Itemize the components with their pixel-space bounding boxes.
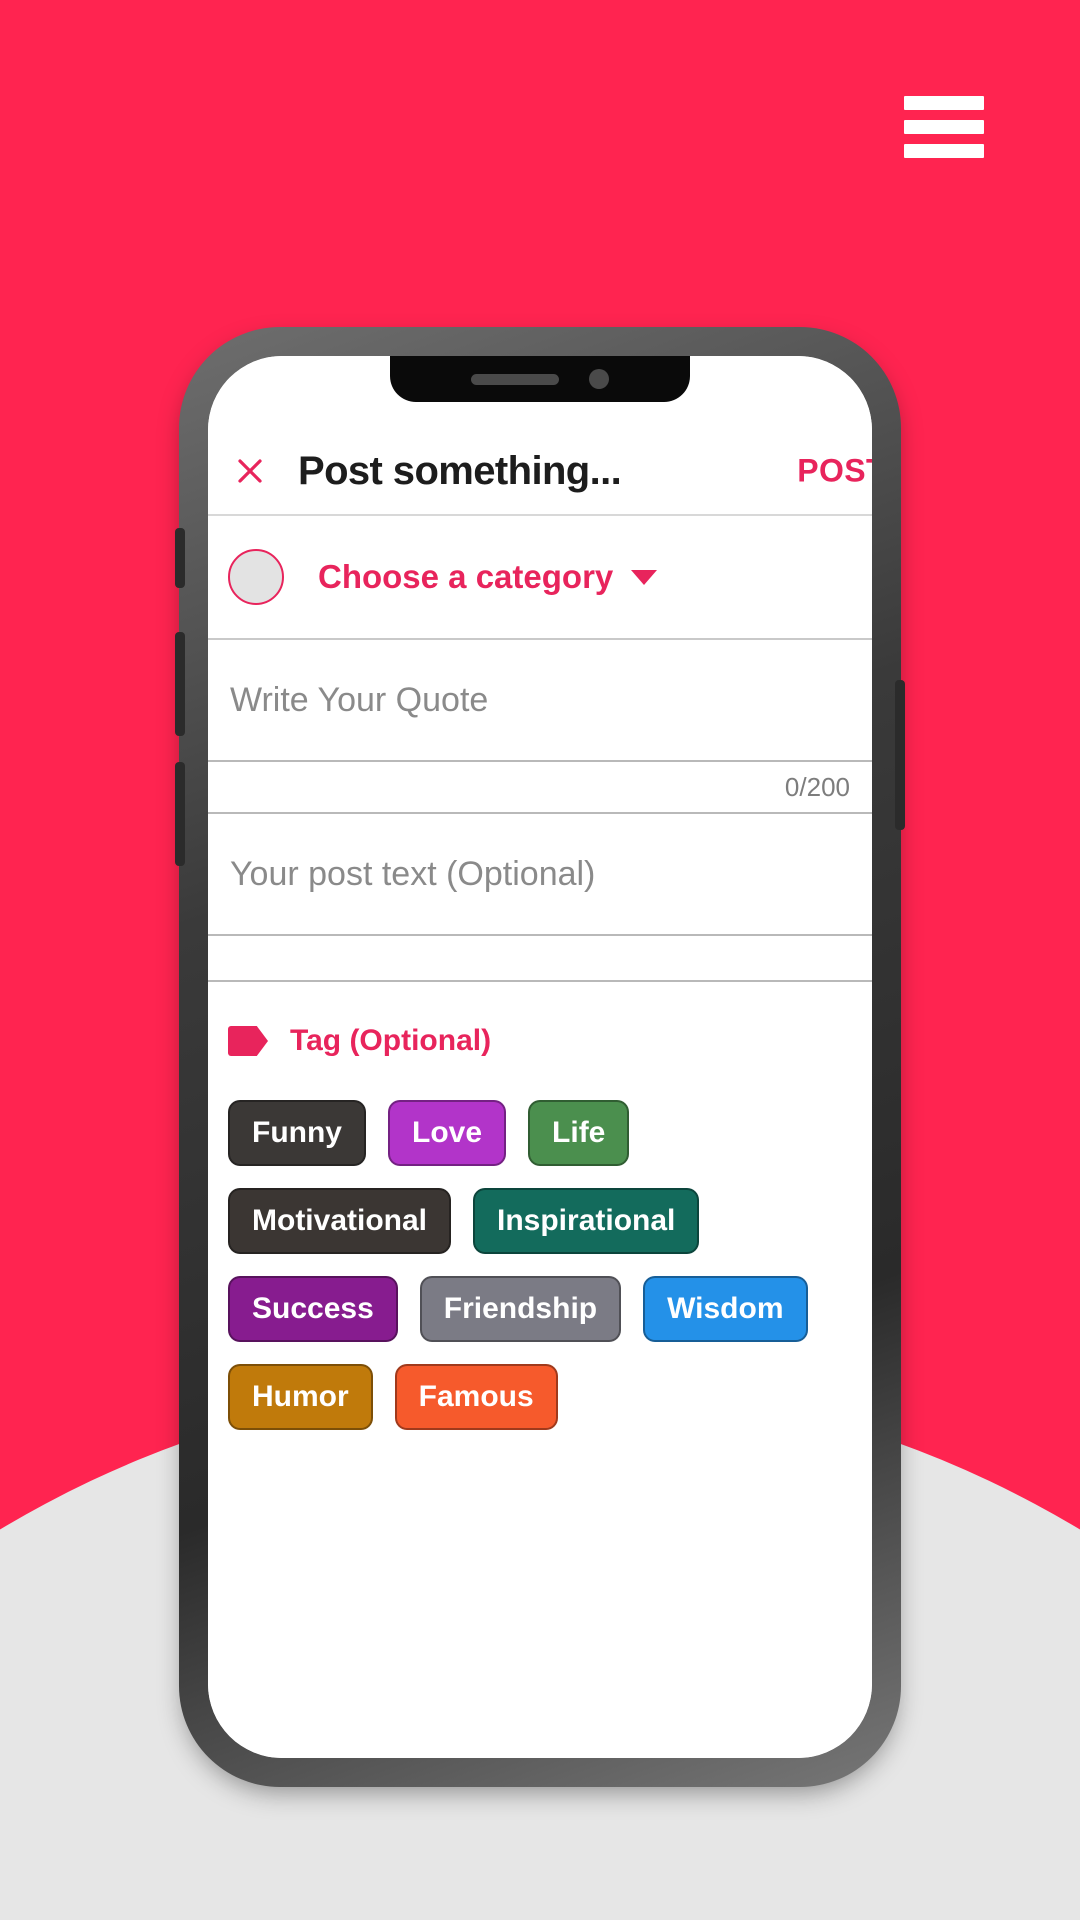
post-text-input-row[interactable]: Your post text (Optional) xyxy=(208,814,872,936)
hamburger-bar-3 xyxy=(904,144,984,158)
category-dropdown-label: Choose a category xyxy=(318,558,614,595)
post-text-input-placeholder: Your post text (Optional) xyxy=(230,854,596,893)
tag-chip-love[interactable]: Love xyxy=(388,1100,507,1166)
tag-chip-motivational[interactable]: Motivational xyxy=(228,1188,452,1254)
earpiece-speaker-icon xyxy=(471,373,559,385)
hamburger-bar-2 xyxy=(904,120,984,134)
tag-chip-life[interactable]: Life xyxy=(528,1100,630,1166)
phone-notch xyxy=(390,356,690,402)
tag-chip-success[interactable]: Success xyxy=(228,1276,398,1342)
tag-chip-humor[interactable]: Humor xyxy=(228,1364,373,1430)
phone-volume-down-button xyxy=(175,762,185,866)
tag-flag-icon xyxy=(228,1026,268,1056)
phone-mute-switch xyxy=(175,528,185,588)
post-something-screen: Post something... POST Choose a category… xyxy=(208,356,872,1758)
post-button[interactable]: POST xyxy=(797,453,872,490)
quote-counter-row: 0/200 xyxy=(208,762,872,814)
close-x-icon[interactable] xyxy=(228,449,272,493)
category-row: Choose a category xyxy=(208,516,872,640)
promo-background: Post something... POST Choose a category… xyxy=(0,0,1080,1920)
avatar xyxy=(228,549,284,605)
tag-chip-funny[interactable]: Funny xyxy=(228,1100,366,1166)
post-text-spacer-row xyxy=(208,936,872,982)
front-camera-icon xyxy=(589,369,609,389)
app-header: Post something... POST xyxy=(208,428,872,516)
page-title: Post something... xyxy=(298,448,622,493)
character-counter: 0/200 xyxy=(784,771,850,802)
caret-down-icon xyxy=(631,569,658,585)
phone-mockup: Post something... POST Choose a category… xyxy=(175,327,905,1787)
tag-chip-famous[interactable]: Famous xyxy=(394,1364,558,1430)
quote-input-placeholder: Write Your Quote xyxy=(230,680,489,719)
phone-screen: Post something... POST Choose a category… xyxy=(208,356,872,1758)
phone-power-button xyxy=(895,680,905,830)
tag-chip-list: Funny Love Life Motivational Inspirational Su… xyxy=(208,1058,872,1430)
hamburger-menu-icon[interactable] xyxy=(904,96,984,158)
phone-volume-up-button xyxy=(175,632,185,736)
tag-section-label: Tag (Optional) xyxy=(290,1024,492,1057)
quote-input-row[interactable]: Write Your Quote xyxy=(208,640,872,762)
category-dropdown[interactable]: Choose a category xyxy=(318,558,658,596)
hamburger-bar-1 xyxy=(904,96,984,110)
tag-chip-friendship[interactable]: Friendship xyxy=(419,1276,622,1342)
tag-chip-inspirational[interactable]: Inspirational xyxy=(473,1188,700,1254)
tag-section-header: Tag (Optional) xyxy=(208,982,872,1058)
tag-chip-wisdom[interactable]: Wisdom xyxy=(643,1276,808,1342)
